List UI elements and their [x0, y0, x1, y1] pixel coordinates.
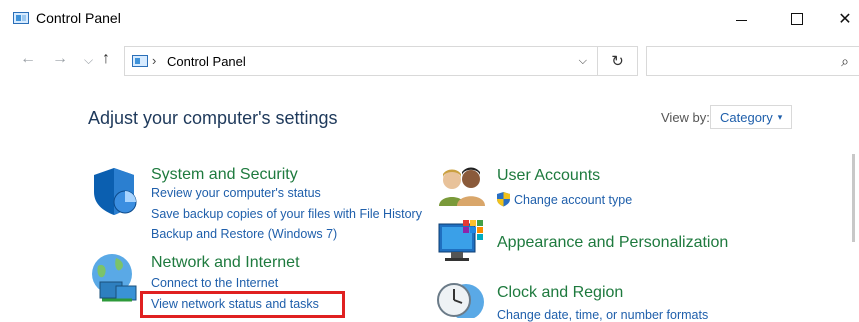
up-button[interactable]: ↑ [102, 50, 110, 68]
highlight-box [140, 291, 345, 318]
page-heading: Adjust your computer's settings [88, 108, 338, 128]
category-system-security[interactable]: System and Security [151, 166, 298, 184]
address-dropdown-icon[interactable]: ⌵ [579, 55, 587, 68]
category-network-internet[interactable]: Network and Internet [151, 254, 300, 272]
network-globe-icon [92, 254, 137, 302]
minimize-icon [735, 19, 747, 21]
search-input[interactable]: ⌕ [646, 46, 859, 76]
task-change-account-type[interactable]: Change account type [514, 193, 632, 207]
forward-button[interactable]: → [52, 50, 68, 68]
title-bar: Control Panel ✕ [0, 0, 859, 38]
category-appearance-personalization[interactable]: Appearance and Personalization [497, 234, 728, 252]
users-icon [439, 167, 485, 206]
recent-locations-button[interactable]: ⌵ [84, 53, 93, 68]
category-clock-region[interactable]: Clock and Region [497, 284, 623, 302]
control-panel-icon [132, 55, 148, 67]
minimize-button[interactable] [718, 0, 764, 38]
task-connect-internet[interactable]: Connect to the Internet [151, 276, 278, 290]
view-by-dropdown[interactable]: Category ▾ [710, 105, 793, 129]
close-button[interactable]: ✕ [822, 0, 859, 38]
address-bar[interactable]: › Control Panel ⌵ [124, 46, 598, 76]
breadcrumb-control-panel[interactable]: Control Panel [167, 54, 246, 69]
view-by-value: Category [720, 109, 773, 125]
address-row: ← → ⌵ ↑ › Control Panel ⌵ ↻ ⌕ [0, 38, 859, 84]
task-review-status[interactable]: Review your computer's status [151, 186, 321, 200]
window-title: Control Panel [36, 10, 121, 26]
search-icon: ⌕ [841, 53, 849, 69]
view-by-label: View by: [661, 110, 710, 125]
task-backup-restore[interactable]: Backup and Restore (Windows 7) [151, 227, 337, 241]
monitor-personalization-icon [438, 220, 483, 261]
maximize-button[interactable] [774, 0, 820, 38]
back-button[interactable]: ← [20, 50, 36, 68]
control-panel-icon [13, 12, 29, 24]
refresh-button[interactable]: ↻ [598, 46, 638, 76]
refresh-icon: ↻ [611, 53, 624, 70]
breadcrumb-separator-icon[interactable]: › [152, 53, 156, 68]
vertical-scrollbar[interactable] [852, 154, 855, 242]
caret-down-icon: ▾ [777, 111, 783, 122]
close-icon: ✕ [838, 11, 852, 28]
maximize-icon [791, 13, 803, 25]
uac-shield-icon [497, 192, 510, 207]
task-file-history[interactable]: Save backup copies of your files with Fi… [151, 207, 422, 221]
clock-globe-icon [437, 283, 484, 318]
category-user-accounts[interactable]: User Accounts [497, 167, 600, 185]
task-change-date-formats[interactable]: Change date, time, or number formats [497, 308, 708, 322]
shield-icon [94, 168, 137, 215]
